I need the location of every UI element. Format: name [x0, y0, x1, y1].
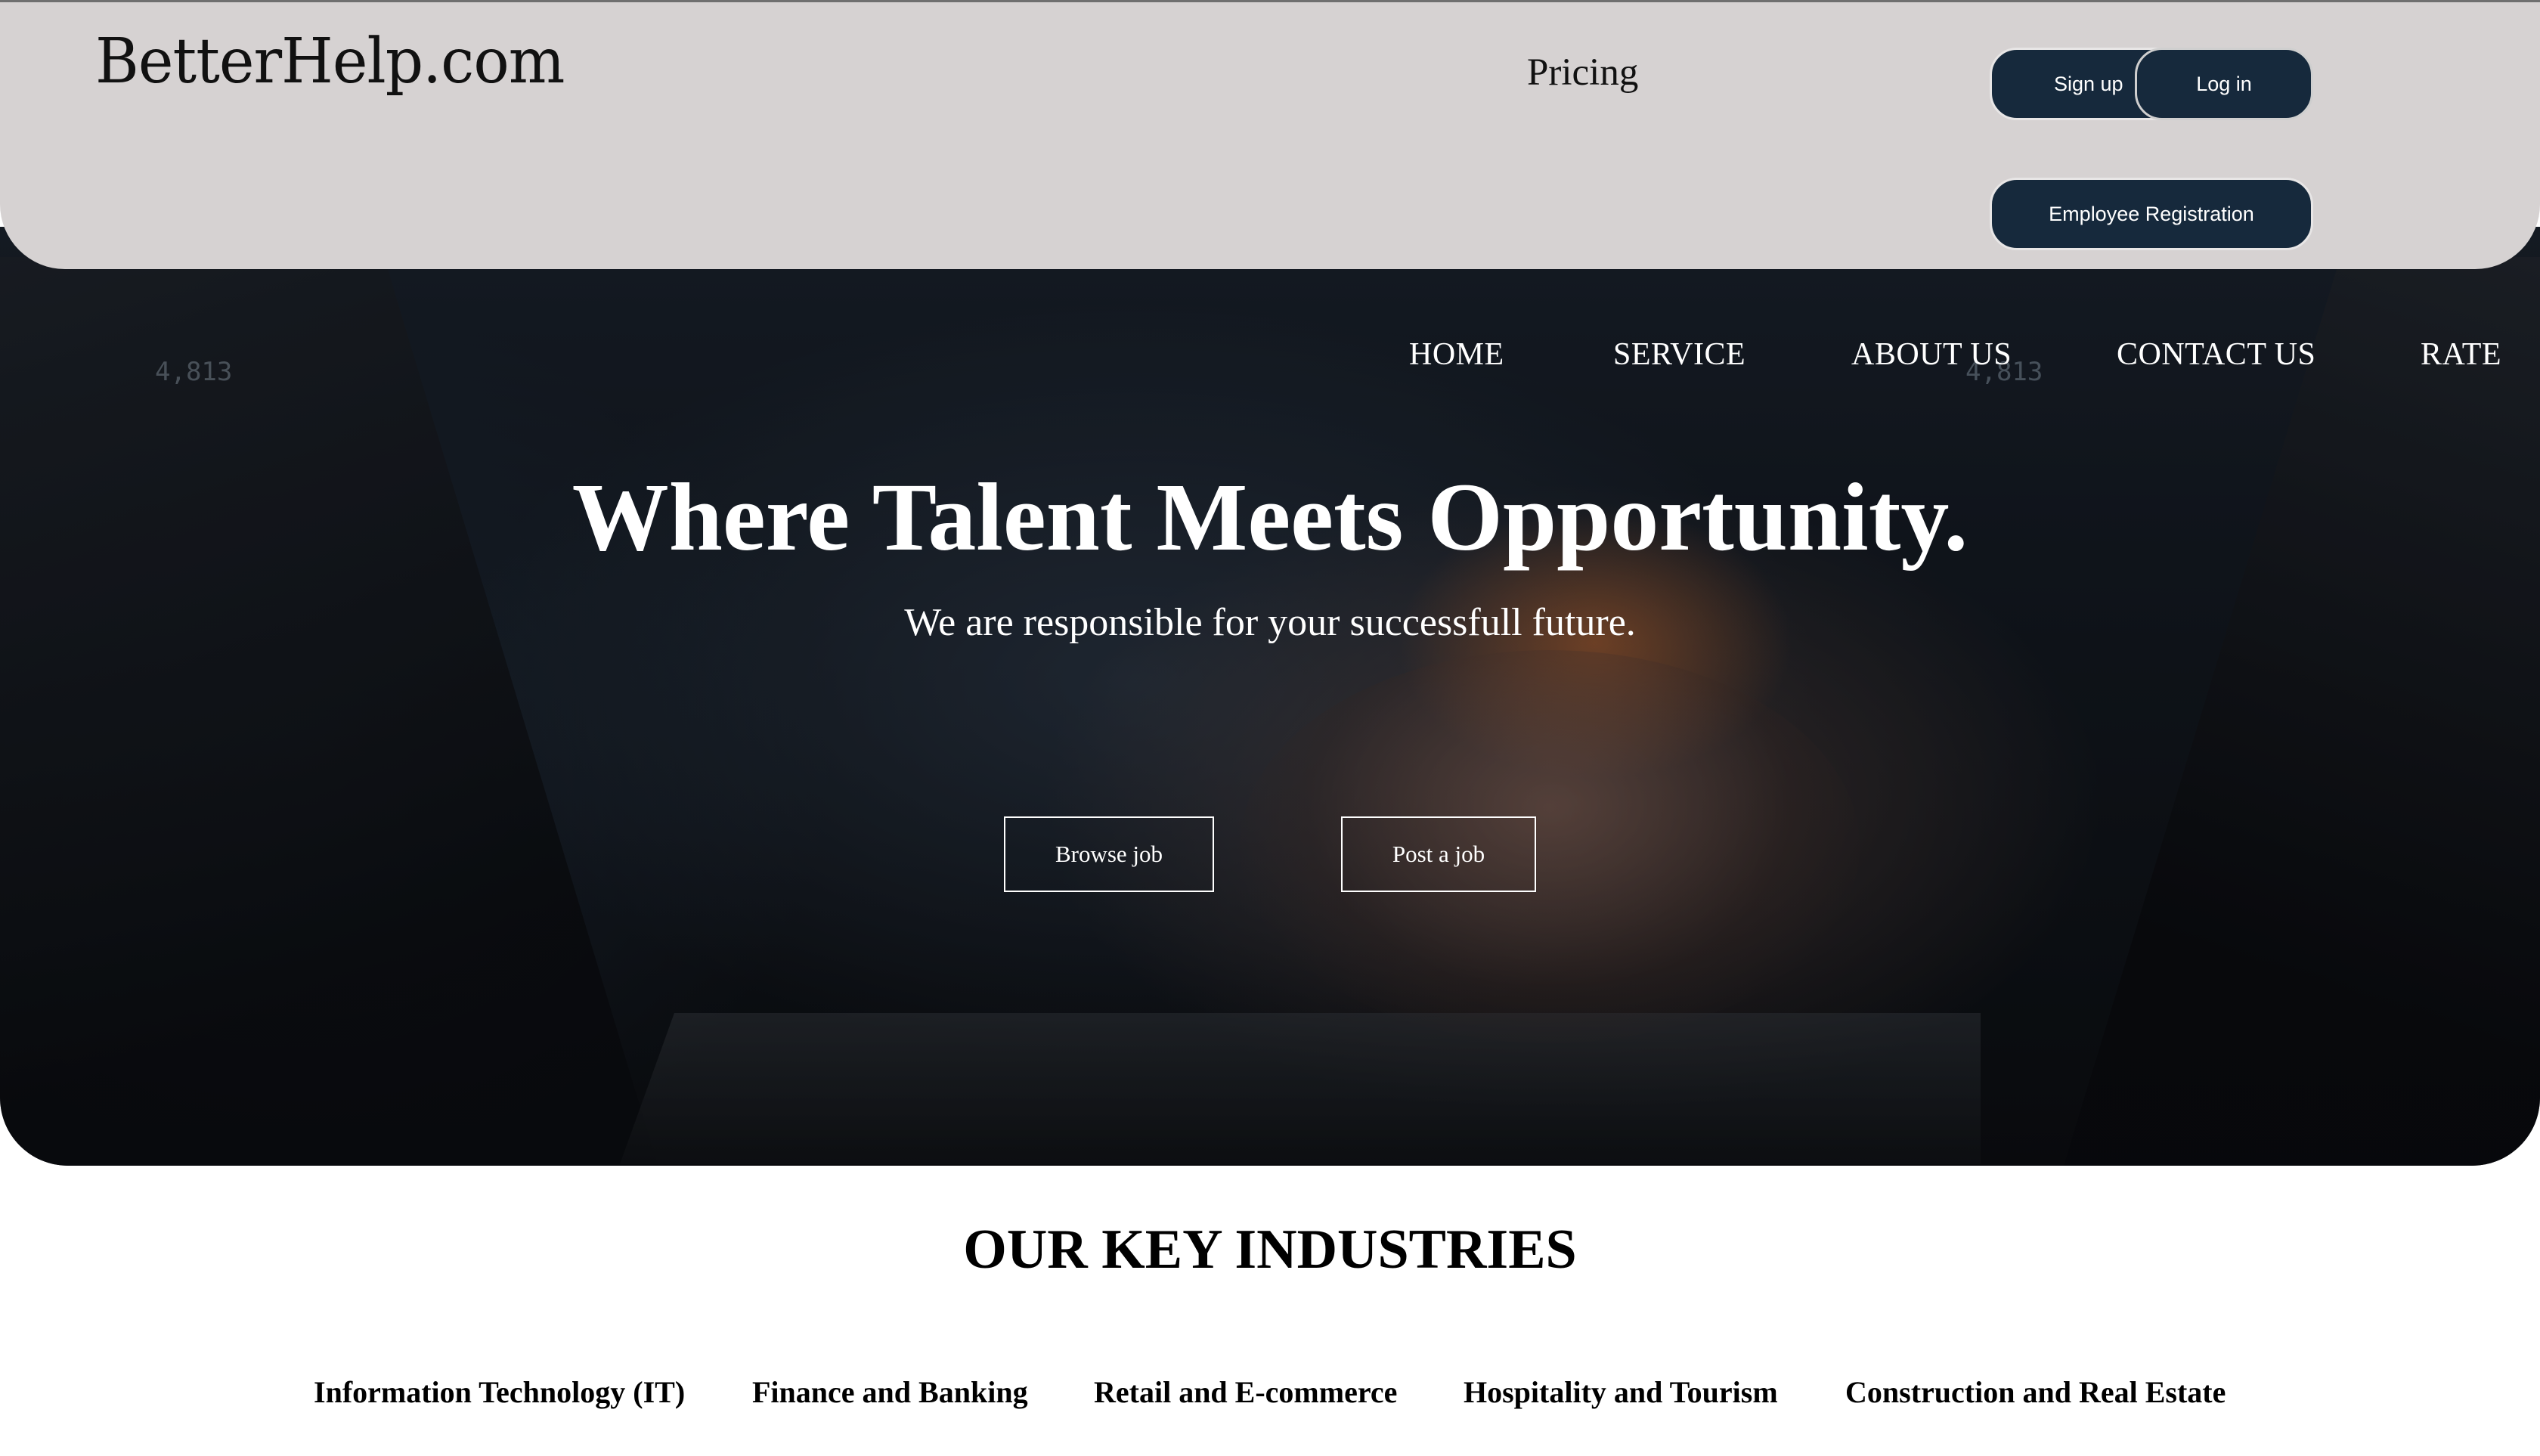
browse-job-button[interactable]: Browse job: [1004, 816, 1214, 892]
pricing-link[interactable]: Pricing: [1527, 54, 1638, 92]
nav-home[interactable]: HOME: [1409, 339, 1504, 370]
industry-item-finance: Finance and Banking: [752, 1375, 1028, 1409]
site-header: BetterHelp.com Pricing Sign up Log in Em…: [0, 0, 2540, 269]
post-job-button[interactable]: Post a job: [1341, 816, 1536, 892]
industries-list: Information Technology (IT) Finance and …: [0, 1377, 2540, 1415]
industry-item-construction: Construction and Real Estate: [1845, 1375, 2226, 1409]
nav-about-us[interactable]: ABOUT US: [1851, 339, 2012, 370]
hero-section: 4,813 4,813 HOME SERVICE ABOUT US CONTAC…: [0, 227, 2540, 1166]
hero-readout: 4,813: [155, 357, 233, 387]
hero-headline: Where Talent Meets Opportunity.: [572, 463, 1968, 571]
hero-subheadline: We are responsible for your successfull …: [904, 601, 1636, 644]
employee-registration-button[interactable]: Employee Registration: [1990, 178, 2313, 250]
industry-item-hospitality: Hospitality and Tourism: [1464, 1375, 1778, 1409]
login-button[interactable]: Log in: [2135, 48, 2313, 120]
nav-contact-us[interactable]: CONTACT US: [2117, 339, 2315, 370]
industry-item-it: Information Technology (IT): [314, 1375, 686, 1409]
site-logo[interactable]: BetterHelp.com: [95, 31, 565, 93]
industry-item-retail: Retail and E-commerce: [1094, 1375, 1398, 1409]
nav-rate[interactable]: RATE: [2421, 339, 2501, 370]
industries-title: OUR KEY INDUSTRIES: [963, 1219, 1577, 1281]
nav-service[interactable]: SERVICE: [1613, 339, 1745, 370]
